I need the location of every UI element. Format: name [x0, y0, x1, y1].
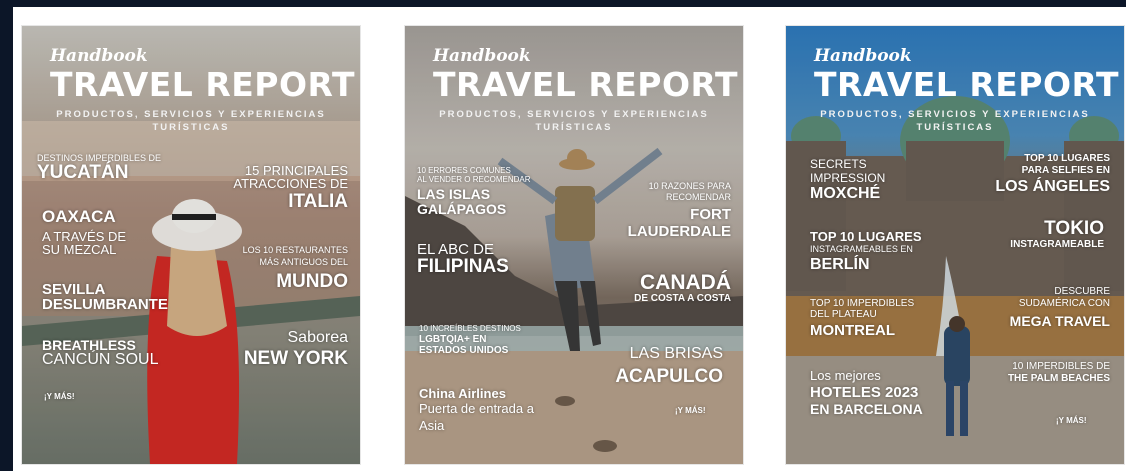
cover-2-line: FORT [690, 206, 731, 223]
cover-3-line: TOKIO [1044, 218, 1104, 239]
cover-2-line: RECOMENDAR [665, 192, 731, 202]
cover-1-line: YUCATÁN [37, 162, 129, 183]
cover-3-line: MONTREAL [810, 322, 895, 339]
cover-1-line: SU MEZCAL [42, 242, 117, 257]
cover-2-line: CANADÁ [640, 271, 731, 294]
magazine-cover-2[interactable]: Handbook TRAVEL REPORT PRODUCTOS, SERVIC… [404, 25, 744, 465]
cover-1-line: MÁS ANTIGUOS DEL [259, 257, 348, 267]
cover-2-line: AL VENDER O RECOMENDAR [417, 175, 531, 184]
cover-1-line: NEW YORK [243, 348, 348, 369]
cover-3-subtitle: PRODUCTOS, SERVICIOS Y EXPERIENCIAS TURÍ… [820, 109, 1090, 133]
cover-2-line: LAUDERDALE [627, 223, 731, 240]
cover-1-line: Saborea [287, 329, 349, 346]
cover-2-line: 10 INCREÍBLES DESTINOS [419, 324, 521, 333]
cover-2-line: Asia [419, 418, 445, 433]
cover-3-line: TOP 10 LUGARES [1024, 153, 1110, 164]
magazine-cover-3[interactable]: Handbook TRAVEL REPORT PRODUCTOS, SERVIC… [785, 25, 1125, 465]
cover-1-handbook: Handbook [50, 46, 148, 66]
cover-2-more: ¡Y MÁS! [675, 406, 706, 415]
cover-2-line: Puerta de entrada a [419, 401, 534, 416]
cover-3-line: 10 IMPERDIBLES DE [1012, 361, 1110, 372]
cover-1-line: OAXACA [42, 207, 116, 226]
cover-1-more: ¡Y MÁS! [44, 392, 75, 401]
cover-3-line: DESCUBRE [1054, 286, 1110, 297]
cover-1-line: LOS 10 RESTAURANTES [242, 245, 348, 255]
stage: Handbook TRAVEL REPORT PRODUCTOS, SERVIC… [0, 0, 1126, 471]
cover-3-line: TOP 10 LUGARES [810, 229, 922, 244]
cover-2-line: FILIPINAS [417, 256, 509, 277]
cover-3-line: TOP 10 IMPERDIBLES [810, 298, 915, 309]
cover-2-line: EL ABC DE [417, 241, 494, 258]
cover-3-line: SUDAMÉRICA CON [1018, 298, 1110, 309]
cover-2-line: GALÁPAGOS [417, 201, 507, 217]
cover-1-subtitle: PRODUCTOS, SERVICIOS Y EXPERIENCIAS TURÍ… [56, 109, 326, 133]
cover-1-line: MUNDO [276, 271, 348, 292]
cover-2-line: LAS BRISAS [629, 345, 723, 362]
cover-3-handbook: Handbook [814, 46, 912, 66]
magazine-cover-1[interactable]: Handbook TRAVEL REPORT PRODUCTOS, SERVIC… [21, 25, 361, 465]
cover-1-line: CANCÚN SOUL [42, 351, 159, 368]
cover-3-line: PARA SELFIES EN [1021, 165, 1110, 176]
cover-3-line: MOXCHÉ [810, 185, 881, 202]
cover-3-line: BERLÍN [810, 256, 870, 273]
cover-3-line: INSTAGRAMEABLES EN [810, 244, 913, 254]
cover-1-line: ITALIA [288, 191, 348, 212]
cover-3-line: THE PALM BEACHES [1007, 373, 1110, 384]
cover-2-subtitle: PRODUCTOS, SERVICIOS Y EXPERIENCIAS TURÍ… [439, 109, 709, 133]
cover-3-line: EN BARCELONA [810, 401, 923, 417]
cover-2-line: ESTADOS UNIDOS [419, 345, 509, 356]
cover-3-line: LOS ÁNGELES [995, 178, 1110, 195]
cover-1-line: DESLUMBRANTE [42, 296, 168, 313]
cover-3-line: MEGA TRAVEL [1009, 313, 1110, 329]
cover-1-line: ATRACCIONES DE [233, 176, 348, 191]
cover-2-handbook: Handbook [433, 46, 531, 66]
cover-3-line: Los mejores [810, 368, 881, 383]
cover-2-title: TRAVEL REPORT [433, 65, 738, 104]
cover-2-line: 10 RAZONES PARA [648, 181, 731, 191]
cover-3-line: DEL PLATEAU [810, 309, 877, 320]
cover-1-title: TRAVEL REPORT [50, 65, 355, 104]
cover-3-title: TRAVEL REPORT [814, 65, 1119, 104]
cover-3-line: SECRETS [810, 157, 867, 171]
cover-2-line: DE COSTA A COSTA [634, 293, 731, 304]
cover-3-line: INSTAGRAMEABLE [1010, 239, 1104, 250]
cover-3-line: IMPRESSION [810, 171, 886, 185]
cover-2-line: LGBTQIA+ EN [419, 334, 487, 345]
cover-3-more: ¡Y MÁS! [1056, 416, 1087, 425]
cover-2-line: ACAPULCO [615, 366, 723, 387]
